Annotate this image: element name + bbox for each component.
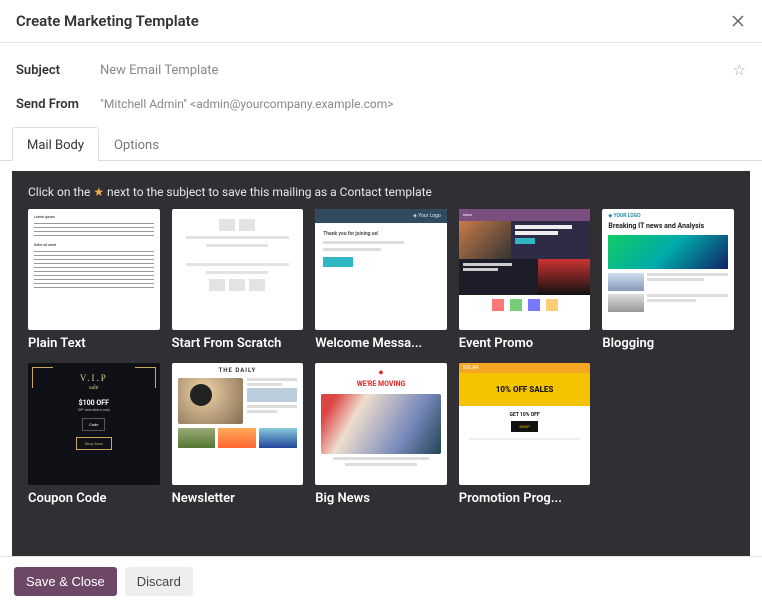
thumb-blog-title: Breaking IT news and Analysis bbox=[608, 223, 728, 231]
hint-post: next to the subject to save this mailing… bbox=[104, 185, 432, 199]
template-grid: Lorem ipsum Dolor sit amet Plain Text St… bbox=[28, 209, 734, 506]
caption: Newsletter bbox=[172, 491, 304, 506]
template-welcome-message[interactable]: ◈ Your Logo Thank you for joining us! We… bbox=[315, 209, 447, 351]
thumb-event-brand: odoo bbox=[459, 209, 591, 221]
template-start-from-scratch[interactable]: Start From Scratch bbox=[172, 209, 304, 351]
save-and-close-button[interactable]: Save & Close bbox=[14, 567, 117, 596]
form-area: Subject New Email Template ☆ Send From "… bbox=[0, 43, 762, 127]
tab-mail-body[interactable]: Mail Body bbox=[12, 127, 99, 161]
thumb-promo: SOLAR 10% OFF SALES GET 10% OFF SHOP bbox=[459, 363, 591, 484]
template-blogging[interactable]: ◆ YOUR LOGO Breaking IT news and Analysi… bbox=[602, 209, 734, 351]
sendfrom-row: Send From "Mitchell Admin" <admin@yourco… bbox=[16, 89, 746, 119]
sendfrom-label: Send From bbox=[16, 97, 100, 112]
caption: Blogging bbox=[602, 336, 734, 351]
thumb-promo-sub: GET 10% OFF bbox=[459, 412, 591, 418]
template-coupon-code[interactable]: V.I.P sale $100 OFF VIP members only Cod… bbox=[28, 363, 160, 505]
dialog-footer: Save & Close Discard bbox=[0, 556, 762, 606]
sendfrom-input[interactable]: "Mitchell Admin" <admin@yourcompany.exam… bbox=[100, 93, 746, 115]
dialog-title: Create Marketing Template bbox=[16, 12, 730, 30]
panel-hint: Click on the ★ next to the subject to sa… bbox=[28, 185, 734, 199]
thumb-scratch bbox=[172, 209, 304, 330]
caption: Event Promo bbox=[459, 336, 591, 351]
template-plain-text[interactable]: Lorem ipsum Dolor sit amet Plain Text bbox=[28, 209, 160, 351]
thumb-welcome-title: Thank you for joining us! bbox=[323, 231, 439, 237]
favorite-star-icon[interactable]: ☆ bbox=[733, 61, 746, 79]
template-event-promo[interactable]: odoo Event Promo bbox=[459, 209, 591, 351]
thumb-event: odoo bbox=[459, 209, 591, 330]
discard-button[interactable]: Discard bbox=[125, 567, 193, 596]
thumb-welcome-logo: ◈ Your Logo bbox=[315, 209, 447, 223]
caption: Start From Scratch bbox=[172, 336, 304, 351]
subject-row: Subject New Email Template ☆ bbox=[16, 55, 746, 85]
tab-options[interactable]: Options bbox=[99, 127, 174, 161]
template-big-news[interactable]: ◆ WE'RE MOVING Big News bbox=[315, 363, 447, 505]
caption: Promotion Prog... bbox=[459, 491, 591, 506]
hint-pre: Click on the bbox=[28, 185, 93, 199]
thumb-blog: ◆ YOUR LOGO Breaking IT news and Analysi… bbox=[602, 209, 734, 330]
tab-bar: Mail Body Options bbox=[0, 127, 762, 161]
thumb-bignews: ◆ WE'RE MOVING bbox=[315, 363, 447, 484]
caption: Plain Text bbox=[28, 336, 160, 351]
close-icon[interactable] bbox=[730, 13, 746, 29]
thumb-welcome: ◈ Your Logo Thank you for joining us! bbox=[315, 209, 447, 330]
thumb-news: THE DAILY bbox=[172, 363, 304, 484]
thumb-news-daily: THE DAILY bbox=[178, 367, 298, 374]
thumb-promo-banner: 10% OFF SALES bbox=[459, 373, 591, 406]
gold-star-icon: ★ bbox=[93, 185, 104, 199]
caption: Big News bbox=[315, 491, 447, 506]
subject-label: Subject bbox=[16, 63, 100, 78]
thumb-coupon-btn: Shop Now bbox=[76, 437, 112, 450]
thumb-coupon: V.I.P sale $100 OFF VIP members only Cod… bbox=[28, 363, 160, 484]
thumb-coupon-code: Code bbox=[82, 418, 105, 431]
thumb-blog-logo: ◆ YOUR LOGO bbox=[608, 213, 728, 219]
thumb-bignews-h: WE'RE MOVING bbox=[321, 380, 441, 388]
thumb-coupon-sub: VIP members only bbox=[36, 407, 152, 412]
template-panel: Click on the ★ next to the subject to sa… bbox=[12, 171, 750, 559]
caption: Coupon Code bbox=[28, 491, 160, 506]
subject-input[interactable]: New Email Template bbox=[100, 59, 733, 82]
template-promotion-program[interactable]: SOLAR 10% OFF SALES GET 10% OFF SHOP Pro… bbox=[459, 363, 591, 505]
thumb-promo-brand: SOLAR bbox=[459, 363, 591, 373]
thumb-coupon-vip: V.I.P bbox=[36, 373, 152, 383]
template-newsletter[interactable]: THE DAILY Newsletter bbox=[172, 363, 304, 505]
caption: Welcome Messa... bbox=[315, 336, 447, 351]
thumb-coupon-off: $100 OFF bbox=[36, 399, 152, 407]
thumb-plain-text: Lorem ipsum Dolor sit amet bbox=[28, 209, 160, 330]
dialog-header: Create Marketing Template bbox=[0, 0, 762, 43]
